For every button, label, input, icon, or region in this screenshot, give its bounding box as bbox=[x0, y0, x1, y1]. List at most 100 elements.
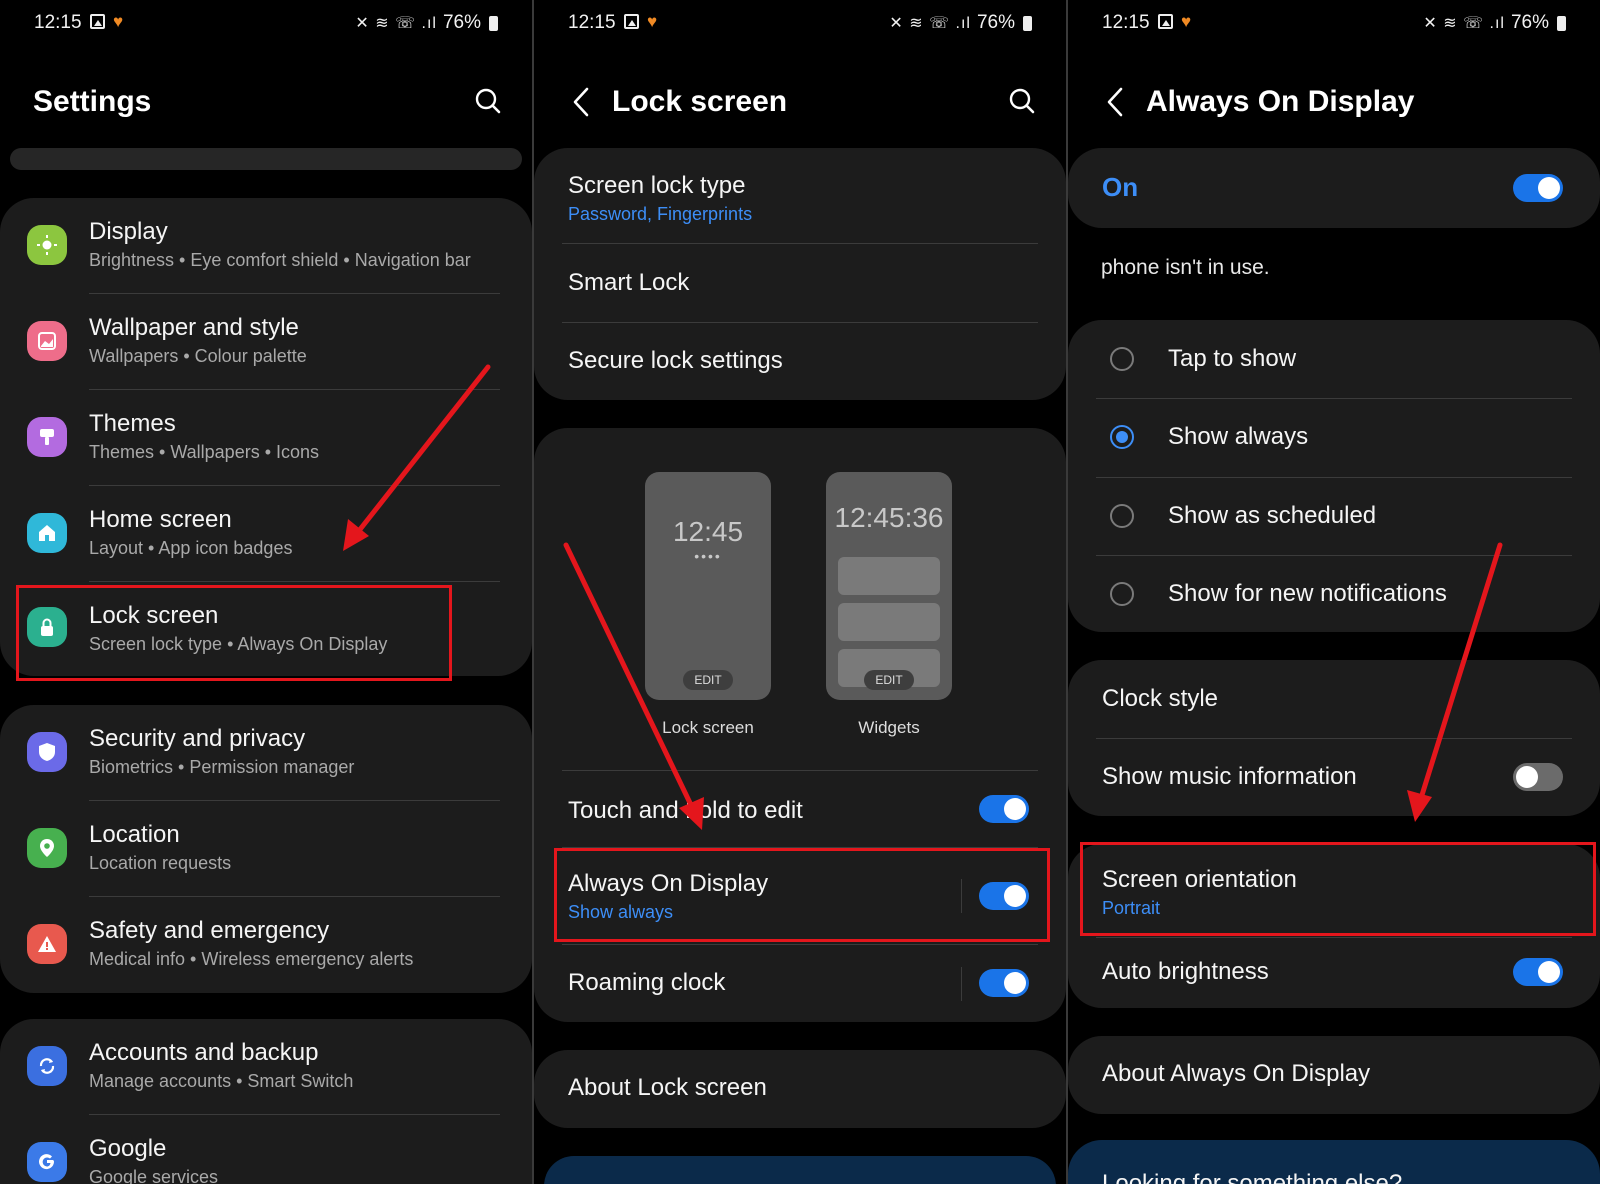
settings-item-wallpaper[interactable]: Wallpaper and style Wallpapers • Colour … bbox=[0, 294, 532, 390]
radio-button[interactable] bbox=[1110, 504, 1134, 528]
item-title: About Always On Display bbox=[1102, 1060, 1371, 1087]
widget-placeholder bbox=[838, 557, 940, 595]
edit-widgets-button[interactable]: EDIT bbox=[864, 670, 914, 690]
location-icon bbox=[27, 828, 67, 868]
item-title: Smart Lock bbox=[568, 269, 690, 296]
roaming-clock-toggle[interactable] bbox=[979, 969, 1029, 997]
screen-orientation-highlight bbox=[1080, 842, 1596, 936]
secure-lock-settings-item[interactable]: Secure lock settings bbox=[534, 323, 1066, 400]
master-switch-label: On bbox=[1102, 172, 1139, 202]
radio-button[interactable] bbox=[1110, 347, 1134, 371]
item-title: Clock style bbox=[1102, 685, 1219, 712]
battery-icon bbox=[489, 15, 498, 31]
battery-icon bbox=[1023, 15, 1032, 31]
preview-clock: 12:45:36 bbox=[834, 502, 944, 533]
clock-style-item[interactable]: Clock style bbox=[1068, 660, 1600, 738]
health-notification-icon: ♥ bbox=[1181, 12, 1192, 31]
themes-icon bbox=[27, 417, 67, 457]
radio-button[interactable] bbox=[1110, 582, 1134, 606]
about-aod-item[interactable]: About Always On Display bbox=[1068, 1036, 1600, 1114]
preview-label: Lock screen bbox=[662, 718, 754, 737]
settings-item-home-screen[interactable]: Home screen Layout • App icon badges bbox=[0, 486, 532, 582]
back-arrow-icon[interactable] bbox=[570, 86, 594, 118]
item-title: About Lock screen bbox=[568, 1074, 767, 1101]
item-title: Auto brightness bbox=[1102, 958, 1269, 985]
roaming-clock-item[interactable]: Roaming clock bbox=[534, 945, 1066, 1022]
item-subtitle: Manage accounts • Smart Switch bbox=[89, 1071, 354, 1091]
settings-item-display[interactable]: Display Brightness • Eye comfort shield … bbox=[0, 198, 532, 294]
settings-item-google[interactable]: Google Google services bbox=[0, 1115, 532, 1184]
gallery-notification-icon bbox=[90, 14, 105, 29]
aod-master-toggle[interactable] bbox=[1513, 174, 1563, 202]
google-icon bbox=[27, 1142, 67, 1182]
lock-screen-highlight bbox=[16, 585, 452, 681]
settings-group-2: Security and privacy Biometrics • Permis… bbox=[0, 705, 532, 993]
aod-highlight bbox=[554, 848, 1050, 942]
status-time: 12:15 bbox=[34, 12, 82, 33]
preview-clock: 12:45 bbox=[672, 516, 744, 547]
item-title: Secure lock settings bbox=[568, 347, 783, 374]
status-bar: 12:15 ♥ ✕ ≋ ☏ .ıl 76% bbox=[34, 10, 498, 36]
show-music-info-item[interactable]: Show music information bbox=[1068, 739, 1600, 816]
health-notification-icon: ♥ bbox=[647, 12, 658, 31]
option-show-always[interactable]: Show always bbox=[1068, 399, 1600, 477]
touch-hold-toggle[interactable] bbox=[979, 795, 1029, 823]
item-title: Roaming clock bbox=[568, 969, 726, 996]
health-notification-icon: ♥ bbox=[113, 12, 124, 31]
item-title: Safety and emergency bbox=[89, 917, 330, 944]
lock-settings-card: Screen lock type Password, Fingerprints … bbox=[534, 148, 1066, 400]
option-label: Show always bbox=[1168, 423, 1309, 450]
smart-lock-item[interactable]: Smart Lock bbox=[534, 244, 1066, 322]
aod-master-switch[interactable]: On bbox=[1068, 148, 1600, 228]
widgets-preview[interactable]: 12:45:36 EDIT bbox=[826, 472, 952, 700]
lock-screen-preview[interactable]: 12:45 •••• EDIT bbox=[645, 472, 771, 700]
auto-brightness-toggle[interactable] bbox=[1513, 958, 1563, 986]
lock-screen-panel: 12:15 ♥ ✕ ≋ ☏ .ıl 76% Lock screen Screen … bbox=[534, 0, 1066, 1184]
option-show-as-scheduled[interactable]: Show as scheduled bbox=[1068, 478, 1600, 556]
item-title: Google bbox=[89, 1135, 167, 1162]
auto-brightness-item[interactable]: Auto brightness bbox=[1068, 938, 1600, 1008]
settings-item-location[interactable]: Location Location requests bbox=[0, 801, 532, 897]
item-title: Show music information bbox=[1102, 763, 1357, 790]
home-icon bbox=[27, 513, 67, 553]
settings-item-accounts[interactable]: Accounts and backup Manage accounts • Sm… bbox=[0, 1019, 532, 1115]
alert-icon bbox=[27, 924, 67, 964]
settings-item-safety[interactable]: Safety and emergency Medical info • Wire… bbox=[0, 897, 532, 993]
suggestion-title: Looking for something else? bbox=[1102, 1170, 1403, 1184]
search-icon[interactable] bbox=[1009, 88, 1035, 114]
item-title: Screen lock type bbox=[568, 172, 746, 199]
preview-label: Widgets bbox=[858, 718, 920, 737]
battery-level: 76% bbox=[1510, 12, 1549, 33]
status-time: 12:15 bbox=[1102, 12, 1150, 33]
item-subtitle: Location requests bbox=[89, 853, 232, 873]
touch-hold-edit-item[interactable]: Touch and hold to edit bbox=[534, 771, 1066, 847]
settings-group-3: Accounts and backup Manage accounts • Sm… bbox=[0, 1019, 532, 1184]
settings-item-security[interactable]: Security and privacy Biometrics • Permis… bbox=[0, 705, 532, 801]
item-subtitle: Biometrics • Permission manager bbox=[89, 757, 355, 777]
page-title: Always On Display bbox=[1146, 85, 1415, 118]
music-info-toggle[interactable] bbox=[1513, 763, 1563, 791]
gallery-notification-icon bbox=[1158, 14, 1173, 29]
item-title: Display bbox=[89, 218, 168, 245]
search-icon[interactable] bbox=[475, 88, 501, 114]
edit-lock-screen-button[interactable]: EDIT bbox=[683, 670, 733, 690]
profile-card-edge[interactable] bbox=[10, 148, 522, 170]
settings-item-themes[interactable]: Themes Themes • Wallpapers • Icons bbox=[0, 390, 532, 486]
widget-placeholder bbox=[838, 603, 940, 641]
battery-icon bbox=[1557, 15, 1566, 31]
item-subtitle: Password, Fingerprints bbox=[568, 204, 753, 224]
option-tap-to-show[interactable]: Tap to show bbox=[1068, 320, 1600, 398]
signal-icons: ✕ ≋ ☏ .ıl bbox=[1423, 15, 1505, 32]
item-subtitle: Brightness • Eye comfort shield • Naviga… bbox=[89, 250, 471, 270]
radio-button-selected[interactable] bbox=[1110, 425, 1134, 449]
item-subtitle: Layout • App icon badges bbox=[89, 538, 293, 558]
item-title: Themes bbox=[89, 410, 176, 437]
clock-card: Clock style Show music information bbox=[1068, 660, 1600, 816]
about-lock-screen-item[interactable]: About Lock screen bbox=[534, 1050, 1066, 1128]
screen-lock-type-item[interactable]: Screen lock type Password, Fingerprints bbox=[534, 148, 1066, 244]
wallpaper-icon bbox=[27, 321, 67, 361]
option-show-new-notifications[interactable]: Show for new notifications bbox=[1068, 556, 1600, 632]
display-mode-card: Tap to show Show always Show as schedule… bbox=[1068, 320, 1600, 632]
back-arrow-icon[interactable] bbox=[1104, 86, 1128, 118]
signal-icons: ✕ ≋ ☏ .ıl bbox=[355, 15, 437, 32]
